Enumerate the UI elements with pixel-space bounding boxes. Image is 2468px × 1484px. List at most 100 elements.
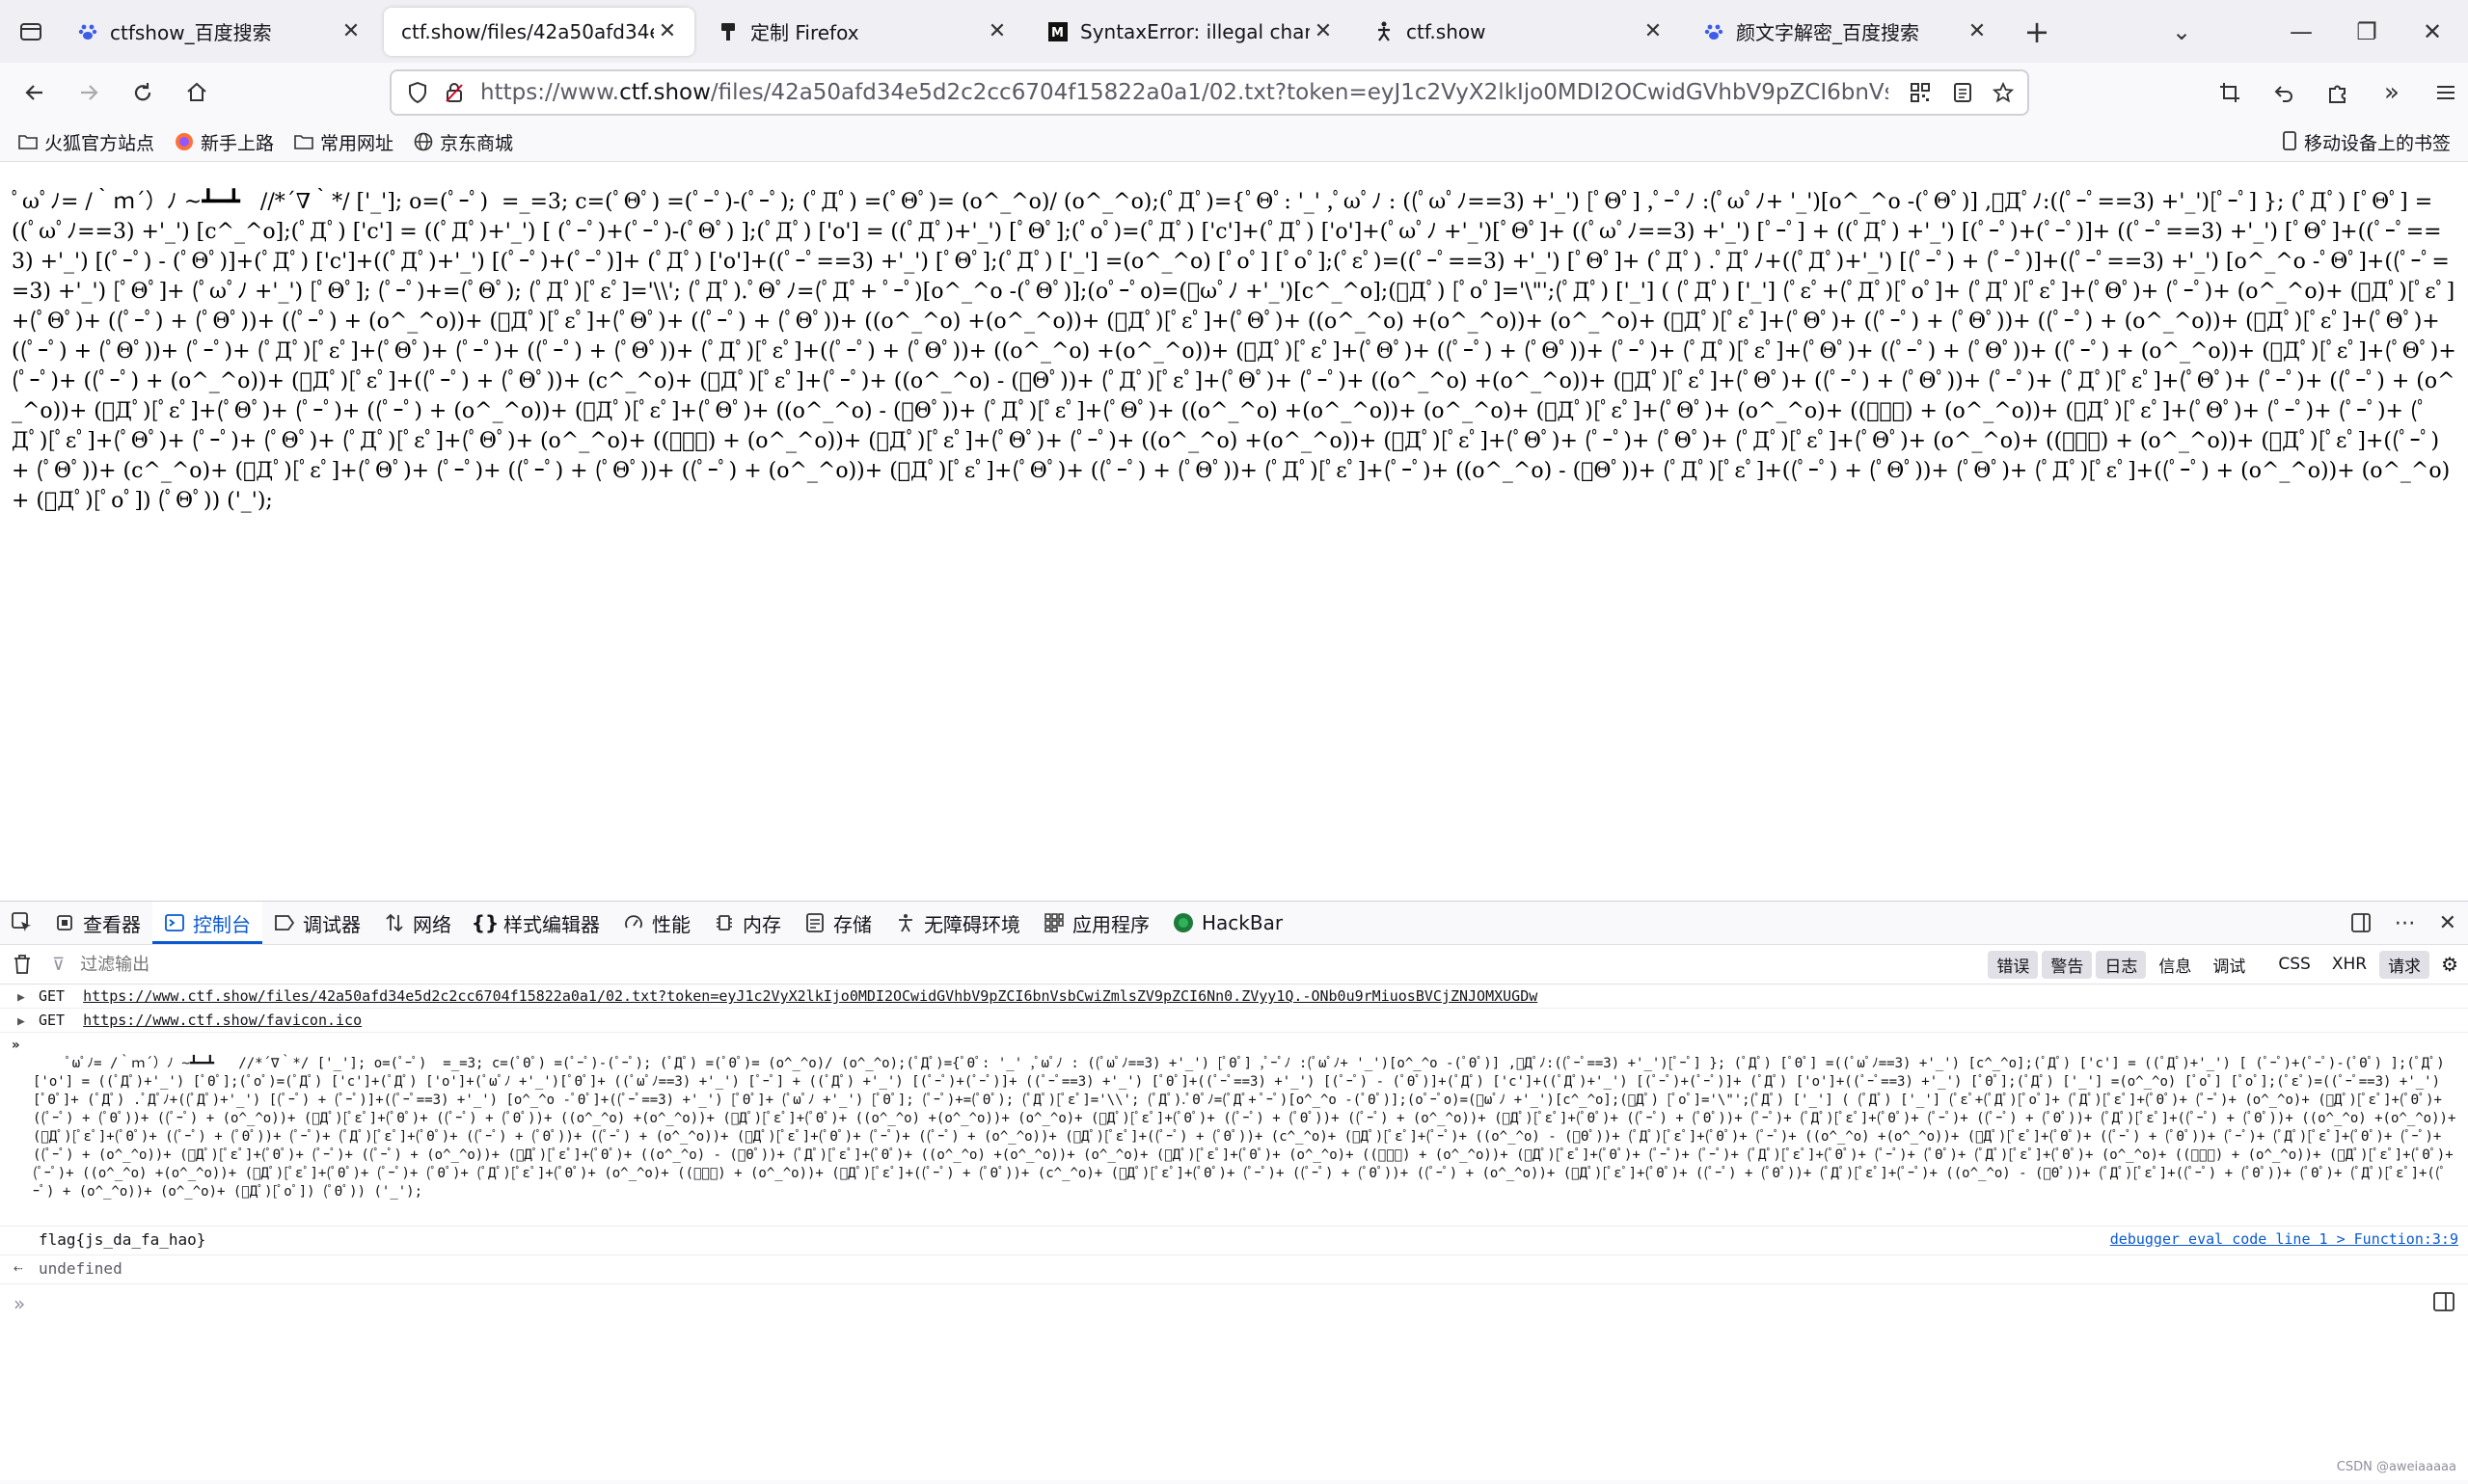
qr-code-icon[interactable]: [1902, 74, 1939, 111]
pick-element-icon: [12, 912, 31, 931]
close-tab-icon[interactable]: ✕: [1964, 18, 1991, 45]
mobile-bookmarks-label: 移动设备上的书签: [2303, 132, 2451, 154]
element-picker-button[interactable]: [0, 902, 42, 944]
filter-requests-button[interactable]: 请求: [2379, 950, 2430, 979]
tab-baidu-ctfshow[interactable]: ctfshow_百度搜索 ✕: [60, 8, 378, 56]
console-result: ⇠ undefined: [0, 1255, 2468, 1284]
filter-css-button[interactable]: CSS: [2269, 953, 2319, 976]
tab-network[interactable]: 网络: [372, 902, 463, 944]
minimize-icon: —: [2290, 17, 2313, 45]
undo-button[interactable]: [2261, 69, 2307, 116]
bookmark-common-sites[interactable]: 常用网址: [293, 129, 393, 155]
tab-console[interactable]: 控制台: [152, 902, 262, 944]
tab-inspector[interactable]: 查看器: [42, 902, 152, 944]
close-tab-icon[interactable]: ✕: [984, 18, 1011, 45]
close-tab-icon[interactable]: ✕: [1640, 18, 1667, 45]
reader-view-icon[interactable]: [1944, 74, 1981, 111]
more-tools-button[interactable]: »: [2369, 69, 2415, 116]
devtools-panel: 查看器 控制台 调试器 网络 {} 样式编辑器 性能 内存 存储 无障碍环境 应…: [0, 901, 2468, 1480]
close-tab-icon[interactable]: ✕: [338, 18, 365, 45]
mobile-device-icon: [2283, 131, 2298, 152]
tab-customize-firefox[interactable]: 定制 Firefox ✕: [700, 8, 1024, 56]
app-menu-button[interactable]: [2423, 69, 2468, 116]
log-level-filters: 错误 警告 日志 信息 调试 CSS XHR 请求 ⚙: [1986, 945, 2458, 984]
back-button[interactable]: [12, 69, 58, 116]
filter-debug-button[interactable]: 调试: [2204, 951, 2254, 979]
bookmark-star-icon[interactable]: [1985, 74, 2021, 111]
filter-xhr-button[interactable]: XHR: [2323, 953, 2375, 976]
firefox-view-button[interactable]: [12, 13, 50, 51]
expand-triangle-icon[interactable]: ▶: [17, 990, 25, 1005]
tab-title: ctf.show/files/42a50afd34e5d2c2: [401, 19, 654, 43]
result-arrow-icon: ⇠: [14, 1258, 23, 1277]
tab-debugger[interactable]: 调试器: [262, 902, 372, 944]
network-request-row[interactable]: ▶ GET https://www.ctf.show/favicon.ico: [0, 1009, 2468, 1033]
bookmark-jd-mall[interactable]: 京东商城: [413, 129, 513, 155]
tab-accessibility[interactable]: 无障碍环境: [883, 902, 1032, 944]
chevron-down-icon: ⌄: [2171, 17, 2192, 45]
tab-baidu-kaomoji[interactable]: 颜文字解密_百度搜索 ✕: [1686, 8, 2004, 56]
tab-syntaxerror-mdn[interactable]: M SyntaxError: illegal character ✕: [1030, 8, 1350, 56]
tab-ctfshow-file[interactable]: ctf.show/files/42a50afd34e5d2c2 ✕: [384, 7, 694, 56]
home-button[interactable]: [174, 69, 220, 116]
result-value: undefined: [39, 1259, 122, 1278]
plus-icon: +: [2023, 13, 2050, 50]
tracking-protection-shield-icon[interactable]: [399, 74, 436, 111]
tab-title: 颜文字解密_百度搜索: [1736, 21, 1919, 44]
firefox-icon: [174, 131, 195, 152]
tab-hackbar[interactable]: HackBar: [1161, 902, 1294, 944]
filter-logs-button[interactable]: 日志: [2096, 950, 2147, 979]
forward-button[interactable]: [66, 69, 112, 116]
restore-button[interactable]: ❐: [2334, 0, 2400, 63]
prompt-chevron-icon: »: [14, 1292, 26, 1315]
tab-storage[interactable]: 存储: [793, 902, 883, 944]
expand-triangle-icon[interactable]: ▶: [17, 1014, 25, 1029]
close-tab-icon[interactable]: ✕: [1310, 18, 1337, 45]
console-filter-input[interactable]: [78, 953, 469, 976]
tab-label: 应用程序: [1072, 912, 1150, 936]
console-input-line[interactable]: »: [0, 1284, 2468, 1323]
close-devtools-icon[interactable]: ✕: [2439, 911, 2456, 935]
url-text[interactable]: https://www.ctf.show/files/42a50afd34e5d…: [480, 80, 1888, 105]
screenshot-button[interactable]: [2207, 69, 2253, 116]
log-source-link[interactable]: debugger eval code line 1 > Function:3:9: [2110, 1230, 2458, 1248]
firefox-view-icon: [20, 22, 41, 40]
watermark: CSDN @aweiaaaaa: [2336, 1460, 2456, 1474]
tab-application[interactable]: 应用程序: [1032, 902, 1161, 944]
url-prefix: https://www.: [480, 80, 620, 105]
list-all-tabs-button[interactable]: ⌄: [2149, 0, 2214, 63]
tab-memory[interactable]: 内存: [702, 902, 793, 944]
site-security-lock-icon[interactable]: [436, 74, 473, 111]
tab-style-editor[interactable]: {} 样式编辑器: [463, 902, 611, 944]
close-tab-icon[interactable]: ✕: [654, 18, 681, 45]
reload-button[interactable]: [120, 69, 166, 116]
editor-mode-toggle-icon[interactable]: [2433, 1292, 2454, 1311]
application-icon: [1044, 912, 1065, 933]
close-window-button[interactable]: ✕: [2400, 0, 2465, 63]
url-bar[interactable]: https://www.ctf.show/files/42a50afd34e5d…: [390, 69, 2029, 116]
more-options-icon[interactable]: ⋯: [2395, 911, 2416, 935]
dock-side-icon[interactable]: [2350, 912, 2372, 933]
mobile-bookmarks[interactable]: 移动设备上的书签: [2283, 122, 2451, 161]
filter-errors-button[interactable]: 错误: [1988, 950, 2039, 979]
accessibility-icon: [895, 912, 916, 933]
storage-icon: [804, 912, 826, 933]
tab-performance[interactable]: 性能: [611, 902, 702, 944]
bookmark-getting-started[interactable]: 新手上路: [174, 129, 274, 155]
console-icon: [164, 912, 185, 933]
back-arrow-icon: [25, 85, 42, 100]
filter-info-button[interactable]: 信息: [2150, 951, 2200, 979]
tab-ctfshow[interactable]: ctf.show ✕: [1356, 8, 1680, 56]
performance-icon: [623, 912, 644, 933]
filter-warnings-button[interactable]: 警告: [2042, 950, 2093, 979]
bookmark-firefox-official[interactable]: 火狐官方站点: [17, 129, 154, 155]
request-url-link[interactable]: https://www.ctf.show/favicon.ico: [83, 1012, 362, 1029]
console-settings-gear-icon[interactable]: ⚙: [2441, 953, 2458, 976]
extensions-button[interactable]: [2315, 69, 2361, 116]
bookmark-label: 新手上路: [201, 132, 275, 154]
request-url-link[interactable]: https://www.ctf.show/files/42a50afd34e5d…: [83, 987, 1537, 1005]
trash-icon[interactable]: [14, 955, 31, 974]
network-request-row[interactable]: ▶ GET https://www.ctf.show/files/42a50af…: [0, 985, 2468, 1009]
minimize-button[interactable]: —: [2268, 0, 2334, 63]
new-tab-button[interactable]: +: [2016, 11, 2058, 53]
